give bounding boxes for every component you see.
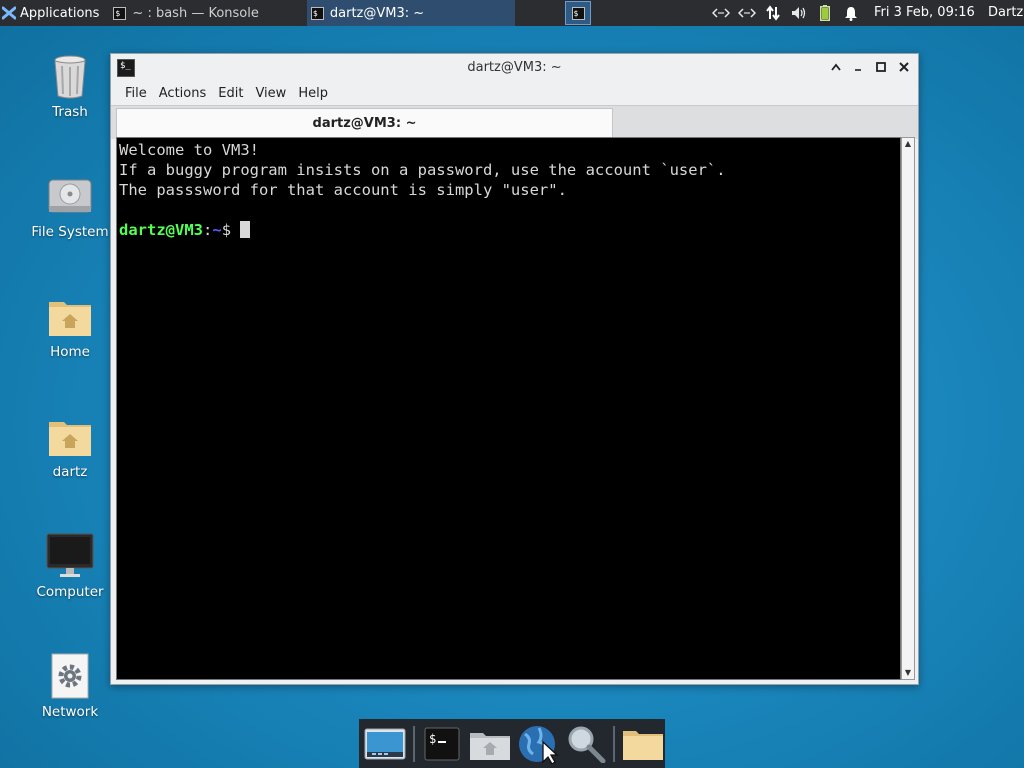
keep-above-button[interactable] xyxy=(827,58,845,76)
gear-icon xyxy=(46,652,94,700)
desktop-icon-file-system[interactable]: File System xyxy=(22,172,118,240)
terminal-output[interactable]: Welcome to VM3! If a buggy program insis… xyxy=(116,137,901,680)
home-folder-icon xyxy=(46,292,94,340)
minimize-button[interactable] xyxy=(849,58,867,76)
show-desktop-button[interactable] xyxy=(363,722,407,766)
home-launcher[interactable] xyxy=(468,722,512,766)
network-icon[interactable] xyxy=(708,0,734,26)
trash-icon xyxy=(46,52,94,100)
terminal-scrollbar[interactable]: ▲ ▼ xyxy=(901,137,915,680)
taskbar-item-label: dartz@VM3: ~ xyxy=(329,5,425,21)
scroll-up-arrow-icon[interactable]: ▲ xyxy=(902,138,914,150)
menu-view[interactable]: View xyxy=(249,86,292,101)
prompt-colon: : xyxy=(203,221,213,239)
desktop-icon-label: Network xyxy=(41,704,99,720)
menu-bar: File Actions Edit View Help xyxy=(111,81,918,105)
close-icon xyxy=(899,62,909,72)
text-cursor xyxy=(240,221,251,238)
dock-separator xyxy=(613,725,616,762)
prompt-symbol: $ xyxy=(221,221,241,239)
xfce-logo-icon xyxy=(2,6,16,20)
user-menu[interactable]: Dartz xyxy=(988,0,1023,26)
monitor-icon xyxy=(46,532,94,580)
clock[interactable]: Fri 3 Feb, 09:16 xyxy=(874,0,975,26)
prompt-path: ~ xyxy=(212,221,222,239)
volume-icon[interactable] xyxy=(786,0,812,26)
scroll-down-arrow-icon[interactable]: ▼ xyxy=(902,667,914,679)
taskbar-item-active-terminal[interactable]: $ dartz@VM3: ~ xyxy=(306,0,515,26)
terminal-prompt-line: dartz@VM3:~$ xyxy=(119,220,898,240)
search-icon xyxy=(568,726,605,763)
svg-text:$: $ xyxy=(429,732,436,746)
terminal-icon: $ xyxy=(571,6,585,20)
maximize-button[interactable] xyxy=(872,58,890,76)
search-launcher[interactable] xyxy=(564,722,608,766)
transfer-icon[interactable] xyxy=(760,0,786,26)
system-tray xyxy=(708,0,864,26)
terminal-window: $_ dartz@VM3: ~ File Actions Edit View H… xyxy=(110,53,919,685)
desktop-icon-network[interactable]: Network xyxy=(22,652,118,720)
desktop-icon-label: File System xyxy=(31,224,109,240)
desktop-icon-dartz[interactable]: dartz xyxy=(22,412,118,480)
menu-edit[interactable]: Edit xyxy=(212,86,249,101)
taskbar-item-label: ~ : bash — Konsole xyxy=(132,5,259,21)
desktop-icon-label: Home xyxy=(50,344,90,360)
desktop-icon-label: Trash xyxy=(52,104,88,120)
desktop-icon-label: Computer xyxy=(36,584,104,600)
desktop-icon-label: dartz xyxy=(52,464,88,480)
menu-file[interactable]: File xyxy=(119,86,153,101)
taskbar-item-konsole[interactable]: $ ~ : bash — Konsole xyxy=(109,0,266,26)
applications-label: Applications xyxy=(20,5,100,21)
terminal-line: The passsword for that account is simply… xyxy=(119,181,567,199)
chevron-up-icon xyxy=(831,63,841,71)
window-title: dartz@VM3: ~ xyxy=(467,60,562,75)
menu-actions[interactable]: Actions xyxy=(153,86,213,101)
terminal-icon: $ xyxy=(113,6,127,20)
terminal-icon: $ xyxy=(310,6,324,20)
terminal-icon: $ xyxy=(424,727,460,760)
home-icon xyxy=(470,732,511,760)
window-titlebar[interactable]: $_ dartz@VM3: ~ xyxy=(111,54,918,81)
battery-icon[interactable] xyxy=(812,0,838,26)
workspace-switcher-button[interactable]: $ xyxy=(565,1,591,25)
tab-terminal-session[interactable]: dartz@VM3: ~ xyxy=(116,108,613,138)
applications-menu-button[interactable]: Applications xyxy=(0,0,103,26)
terminal-launcher[interactable]: $ xyxy=(421,722,465,766)
dock-separator xyxy=(412,725,415,762)
maximize-icon xyxy=(876,62,886,72)
dock-panel: $ xyxy=(359,719,665,768)
close-button[interactable] xyxy=(895,58,913,76)
network-icon[interactable] xyxy=(734,0,760,26)
top-panel: Applications $ ~ : bash — Konsole $ dart… xyxy=(0,0,1024,26)
folder-icon xyxy=(623,730,664,760)
desktop-icon-home[interactable]: Home xyxy=(22,292,118,360)
tab-bar: dartz@VM3: ~ xyxy=(111,105,918,139)
terminal-line: If a buggy program insists on a password… xyxy=(119,161,726,179)
home-folder-icon xyxy=(46,412,94,460)
desktop-icon-trash[interactable]: Trash xyxy=(22,52,118,120)
drive-icon xyxy=(46,172,94,220)
minimize-icon xyxy=(855,69,861,71)
terminal-line: Welcome to VM3! xyxy=(119,141,259,159)
web-browser-launcher[interactable] xyxy=(516,722,560,766)
file-manager-launcher[interactable] xyxy=(621,722,665,766)
notification-bell-icon[interactable] xyxy=(838,0,864,26)
menu-help[interactable]: Help xyxy=(292,86,334,101)
web-browser-icon xyxy=(518,725,559,764)
desktop-icon-computer[interactable]: Computer xyxy=(22,532,118,600)
prompt-user-host: dartz@VM3 xyxy=(119,221,203,239)
show-desktop-icon xyxy=(364,728,406,759)
